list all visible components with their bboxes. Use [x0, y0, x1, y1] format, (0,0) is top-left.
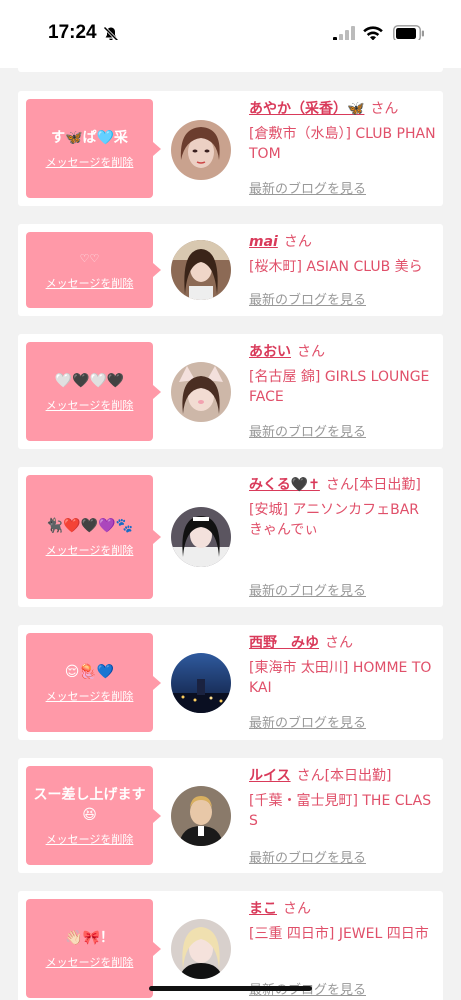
- message-bubble: 🤍🖤🤍🖤 メッセージを削除: [26, 342, 161, 441]
- shop-name: [東海市 太田川] HOMME TOKAI: [249, 660, 432, 696]
- message-text: す🦋ぱ🩵采: [51, 129, 128, 146]
- message-card: す🦋ぱ🩵采 メッセージを削除 あやか（采香）🦋 さん [倉敷市（水島）] CLUB…: [18, 91, 443, 206]
- avatar[interactable]: [171, 507, 231, 567]
- message-card: 👋🏻🎀！ メッセージを削除 まこさん [三重 四日市] JEWEL 四日市 最新…: [18, 891, 443, 1000]
- message-bubble: ♡♡ メッセージを削除: [26, 232, 161, 308]
- avatar[interactable]: [171, 240, 231, 300]
- shop-name: [安城] アニソンカフェBAR きゃんでぃ: [249, 502, 420, 538]
- message-card: 😌🪼💙 メッセージを削除 西野 みゆ さん [東海市 太田川] HOMME TOK…: [18, 625, 443, 740]
- message-text: スー差し上げます😆: [33, 786, 146, 823]
- message-bubble: 😌🪼💙 メッセージを削除: [26, 633, 161, 732]
- shop-name: [桜木町] ASIAN CLUB 美ら: [249, 259, 423, 275]
- shop-name: [三重 四日市] JEWEL 四日市: [249, 926, 429, 942]
- avatar[interactable]: [171, 919, 231, 979]
- message-text: 🤍🖤🤍🖤: [54, 372, 125, 389]
- message-card: 🤍🖤🤍🖤 メッセージを削除 あおい さん [名古屋 錦] GIRLS LOUNGE…: [18, 334, 443, 449]
- delete-message-link[interactable]: メッセージを削除: [46, 688, 134, 704]
- honorific: さん: [283, 901, 311, 917]
- message-bubble: スー差し上げます😆 メッセージを削除: [26, 766, 161, 865]
- honorific: さん: [296, 768, 325, 784]
- message-text: ♡♡: [79, 252, 100, 265]
- honorific: さん: [325, 477, 354, 493]
- avatar[interactable]: [171, 362, 231, 422]
- previous-card: [18, 40, 443, 72]
- attendance-badge: [本日出勤]: [324, 768, 392, 784]
- cast-name-link[interactable]: みくる🖤✝: [249, 477, 320, 493]
- delete-message-link[interactable]: メッセージを削除: [46, 831, 134, 847]
- honorific: さん: [297, 344, 325, 360]
- latest-blog-link[interactable]: 最新のブログを見る: [249, 712, 366, 731]
- shop-name: [名古屋 錦] GIRLS LOUNGE FACE: [249, 369, 430, 405]
- latest-blog-link[interactable]: 最新のブログを見る: [249, 847, 366, 866]
- shop-name: [倉敷市（水島）] CLUB PHANTOM: [249, 126, 436, 162]
- delete-message-link[interactable]: メッセージを削除: [46, 154, 134, 170]
- avatar[interactable]: [171, 653, 231, 713]
- message-bubble: す🦋ぱ🩵采 メッセージを削除: [26, 99, 161, 198]
- latest-blog-link[interactable]: 最新のブログを見る: [249, 289, 366, 308]
- attendance-badge: [本日出勤]: [353, 477, 421, 493]
- message-bubble: 🐈‍⬛❤️🖤💜🐾 メッセージを削除: [26, 475, 161, 599]
- message-card: スー差し上げます😆 メッセージを削除 ルイス さん[本日出勤] [千葉・富士見町]…: [18, 758, 443, 873]
- avatar[interactable]: [171, 120, 231, 180]
- latest-blog-link[interactable]: 最新のブログを見る: [249, 580, 366, 599]
- message-card: ♡♡ メッセージを削除 mai さん [桜木町] ASIAN CLUB 美ら 最新…: [18, 224, 443, 316]
- message-card: 🐈‍⬛❤️🖤💜🐾 メッセージを削除 みくる🖤✝ さん[本日出勤] [安城] アニソ…: [18, 467, 443, 607]
- message-text: 🐈‍⬛❤️🖤💜🐾: [45, 518, 134, 534]
- honorific: さん: [283, 234, 312, 250]
- delete-message-link[interactable]: メッセージを削除: [46, 275, 134, 291]
- honorific: さん: [370, 101, 399, 117]
- cast-name-link[interactable]: あやか（采香）🦋: [249, 101, 364, 117]
- delete-message-link[interactable]: メッセージを削除: [46, 397, 134, 413]
- avatar[interactable]: [171, 786, 231, 846]
- message-text: 👋🏻🎀！: [65, 929, 114, 946]
- delete-message-link[interactable]: メッセージを削除: [46, 954, 134, 970]
- cast-name-link[interactable]: ルイス: [249, 768, 291, 784]
- latest-blog-link[interactable]: 最新のブログを見る: [249, 178, 366, 197]
- cast-name-link[interactable]: 西野 みゆ: [249, 635, 319, 651]
- home-indicator[interactable]: [149, 986, 312, 991]
- delete-message-link[interactable]: メッセージを削除: [46, 542, 134, 558]
- latest-blog-link[interactable]: 最新のブログを見る: [249, 421, 366, 440]
- cast-name-link[interactable]: まこ: [249, 901, 277, 917]
- message-text: 😌🪼💙: [64, 663, 115, 680]
- shop-name: [千葉・富士見町] THE CLASS: [249, 793, 432, 829]
- cast-name-link[interactable]: あおい: [249, 344, 291, 360]
- honorific: さん: [325, 635, 353, 651]
- cast-name-link[interactable]: mai: [249, 234, 278, 250]
- message-bubble: 👋🏻🎀！ メッセージを削除: [26, 899, 161, 998]
